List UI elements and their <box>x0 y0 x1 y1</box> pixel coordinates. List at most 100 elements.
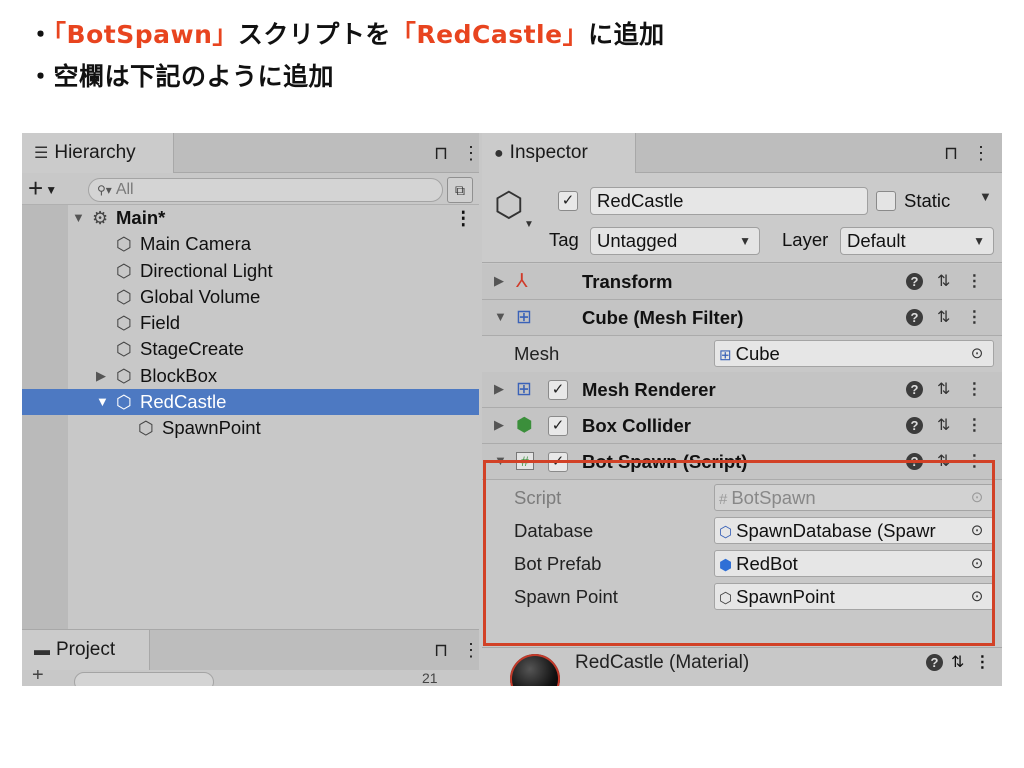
more-menu-icon[interactable]: ⋮ <box>462 143 480 163</box>
chevron-down-icon[interactable]: ▼ <box>494 453 507 468</box>
hierarchy-item[interactable]: ▼ ⚙ Main* ⋮ <box>22 205 479 231</box>
help-icon[interactable]: ? <box>906 381 923 398</box>
component-actions: ? ⇅ ⋮ <box>906 300 982 336</box>
help-icon[interactable]: ? <box>906 273 923 290</box>
inspector-panel: ● Inspector ⊓ ⋮ ⬡ ▼ ✓ RedCastle Static ▼ Ta… <box>482 133 1002 686</box>
more-menu-icon[interactable]: ⋮ <box>966 309 982 326</box>
object-picker-icon[interactable]: ⊙ <box>965 518 989 543</box>
more-menu-icon[interactable]: ⋮ <box>966 453 982 470</box>
hierarchy-item[interactable]: ⬡ Main Camera <box>22 231 479 257</box>
property-label: Database <box>514 520 594 541</box>
tab-project[interactable]: ▬ Project <box>22 630 150 670</box>
instruction-text: 空欄は下記のように追加 <box>53 62 335 91</box>
component-enabled-checkbox[interactable]: ✓ <box>548 416 568 436</box>
help-icon[interactable]: ? <box>926 654 943 671</box>
tab-label: Hierarchy <box>54 142 136 163</box>
lock-icon[interactable]: ⊓ <box>434 143 448 163</box>
help-icon[interactable]: ? <box>906 453 923 470</box>
hierarchy-item-label: SpawnPoint <box>162 417 261 439</box>
chevron-down-icon: ▼ <box>973 234 985 248</box>
material-actions: ? ⇅ ⋮ <box>926 652 990 672</box>
chevron-right-icon[interactable]: ▶ <box>494 417 504 433</box>
hierarchy-item-label: Global Volume <box>140 285 261 307</box>
box-collider-icon: ⬢ <box>516 415 533 436</box>
chevron-right-icon[interactable]: ▶ <box>494 381 504 397</box>
hierarchy-item[interactable]: ⬡ Field <box>22 310 479 336</box>
property-row: Script # BotSpawn ⊙ <box>482 481 1002 514</box>
chevron-down-icon[interactable]: ▼ <box>494 309 507 324</box>
object-picker-icon[interactable]: ⊙ <box>965 551 989 576</box>
lock-icon[interactable]: ⊓ <box>434 640 448 660</box>
hierarchy-item[interactable]: ▼ ⬡ RedCastle <box>22 389 479 416</box>
more-menu-icon[interactable]: ⋮ <box>972 143 990 163</box>
help-icon[interactable]: ? <box>906 417 923 434</box>
more-menu-icon[interactable]: ⋮ <box>974 654 990 671</box>
cube-icon: ⬡ <box>138 418 154 439</box>
preset-icon[interactable]: ⇅ <box>937 309 950 326</box>
project-search-input[interactable] <box>74 672 214 686</box>
add-button[interactable]: + ▼ <box>28 173 57 205</box>
chevron-down-icon[interactable]: ▼ <box>96 389 109 415</box>
component-header[interactable]: ▼ ⊞ Cube (Mesh Filter)? ⇅ ⋮ <box>482 300 1002 336</box>
hierarchy-item[interactable]: ⬡ Directional Light <box>22 258 479 284</box>
object-field[interactable]: ⊞ Cube ⊙ <box>714 340 994 367</box>
object-field[interactable]: ⬡ SpawnPoint ⊙ <box>714 583 994 610</box>
component-actions: ? ⇅ ⋮ <box>906 444 982 480</box>
more-menu-icon[interactable]: ⋮ <box>966 273 982 290</box>
tab-inspector[interactable]: ● Inspector <box>482 133 636 173</box>
chevron-right-icon[interactable]: ▶ <box>96 363 106 389</box>
preset-icon[interactable]: ⇅ <box>951 654 964 671</box>
component-header[interactable]: ▶ ⬢ ✓ Box Collider? ⇅ ⋮ <box>482 408 1002 444</box>
hierarchy-item[interactable]: ⬡ Global Volume <box>22 284 479 310</box>
layer-label: Layer <box>782 229 829 250</box>
unity-scene-icon: ⚙ <box>92 208 109 228</box>
search-input[interactable]: ⚲▾ All <box>88 178 443 202</box>
static-label: Static <box>904 190 951 211</box>
object-picker-icon: ⊙ <box>965 485 989 510</box>
gameobject-icon[interactable]: ⬡ ▼ <box>494 185 534 230</box>
chevron-down-icon[interactable]: ▼ <box>979 189 992 204</box>
component-enabled-checkbox[interactable]: ✓ <box>548 452 568 472</box>
more-menu-icon[interactable]: ⋮ <box>462 640 480 660</box>
plus-icon[interactable]: + <box>32 670 44 686</box>
active-checkbox[interactable]: ✓ <box>558 191 578 211</box>
hierarchy-item[interactable]: ⬡ SpawnPoint <box>22 415 479 441</box>
object-picker-icon[interactable]: ⊙ <box>965 584 989 609</box>
scene-search-icon[interactable]: ⧉ <box>447 177 473 203</box>
object-field[interactable]: ⬡ SpawnDatabase (Spawr ⊙ <box>714 517 994 544</box>
tag-value: Untagged <box>597 230 678 251</box>
more-menu-icon[interactable]: ⋮ <box>454 205 473 231</box>
object-picker-icon[interactable]: ⊙ <box>965 341 989 366</box>
more-menu-icon[interactable]: ⋮ <box>966 417 982 434</box>
preset-icon[interactable]: ⇅ <box>937 453 950 470</box>
object-name-field[interactable]: RedCastle <box>590 187 868 215</box>
chevron-down-icon: ▼ <box>524 219 534 230</box>
material-title[interactable]: RedCastle (Material) <box>575 652 749 674</box>
chevron-down-icon[interactable]: ▼ <box>72 205 85 231</box>
hierarchy-item[interactable]: ▶ ⬡ BlockBox <box>22 363 479 389</box>
static-checkbox[interactable] <box>876 191 896 211</box>
hierarchy-item[interactable]: ⬡ StageCreate <box>22 336 479 362</box>
help-icon[interactable]: ? <box>906 309 923 326</box>
component-actions: ? ⇅ ⋮ <box>906 372 982 408</box>
component-enabled-checkbox[interactable]: ✓ <box>548 380 568 400</box>
chevron-right-icon[interactable]: ▶ <box>494 273 504 289</box>
preset-icon[interactable]: ⇅ <box>937 273 950 290</box>
layer-dropdown[interactable]: Default ▼ <box>840 227 994 255</box>
more-menu-icon[interactable]: ⋮ <box>966 381 982 398</box>
component-header[interactable]: ▼ # ✓ Bot Spawn (Script)? ⇅ ⋮ <box>482 444 1002 480</box>
component-header[interactable]: ▶ ⅄ Transform? ⇅ ⋮ <box>482 264 1002 300</box>
object-field-value: SpawnPoint <box>736 586 835 607</box>
hierarchy-tab-actions: ⊓ ⋮ <box>420 133 480 173</box>
lock-icon[interactable]: ⊓ <box>944 143 958 163</box>
scriptable-object-icon: ⬡ <box>719 524 733 541</box>
component-header[interactable]: ▶ ⊞ ✓ Mesh Renderer? ⇅ ⋮ <box>482 372 1002 408</box>
tab-label: Inspector <box>509 142 588 163</box>
tag-dropdown[interactable]: Untagged ▼ <box>590 227 760 255</box>
preset-icon[interactable]: ⇅ <box>937 381 950 398</box>
tab-hierarchy[interactable]: ☰ Hierarchy <box>22 133 174 173</box>
object-field[interactable]: ⬢ RedBot ⊙ <box>714 550 994 577</box>
preset-icon[interactable]: ⇅ <box>937 417 950 434</box>
hierarchy-list: ▼ ⚙ Main* ⋮ ⬡ Main Camera ⬡ Directional Light ⬡ G… <box>22 205 479 442</box>
hierarchy-item-label: Main* <box>116 207 166 228</box>
